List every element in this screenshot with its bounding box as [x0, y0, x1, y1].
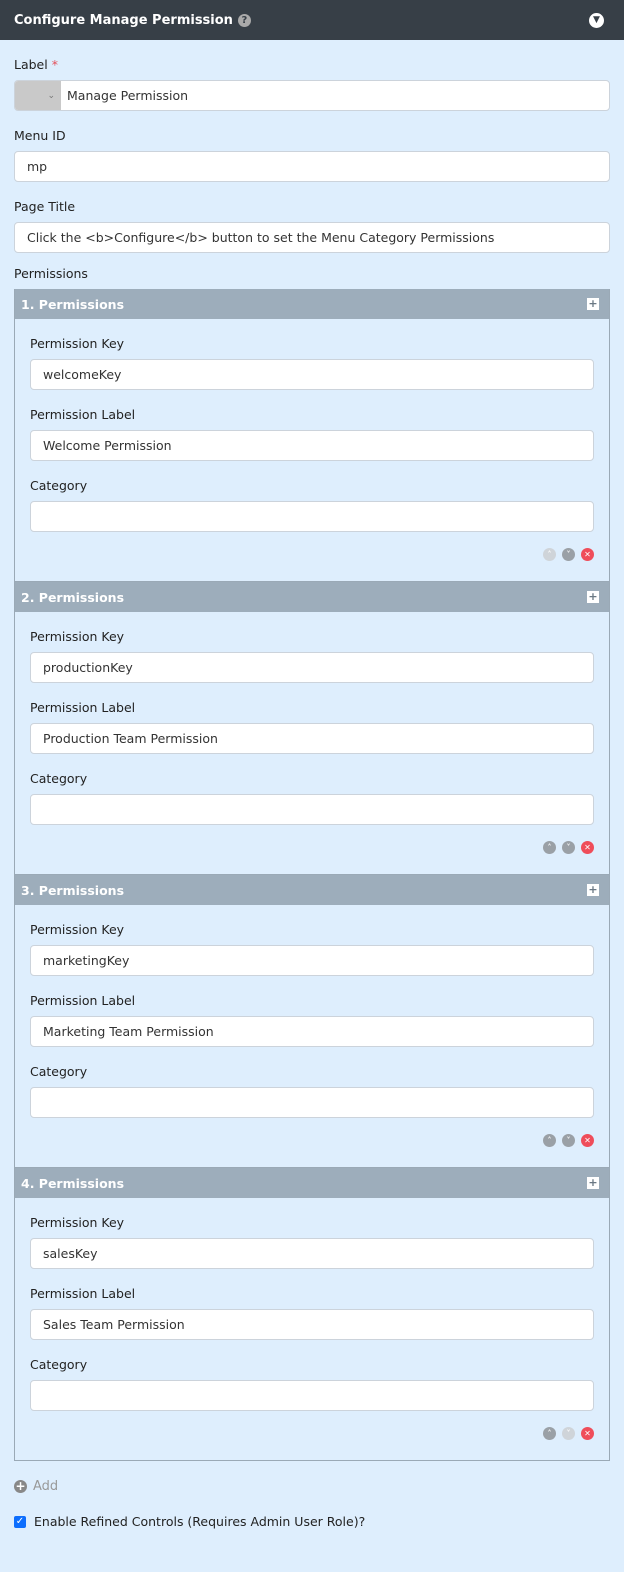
move-up-icon[interactable]: ˄ — [543, 841, 556, 854]
permission-panel: 2. Permissions + Permission Key producti… — [14, 582, 610, 875]
move-up-icon[interactable]: ˄ — [543, 548, 556, 561]
permission-label-label: Permission Label — [30, 700, 136, 715]
category-input[interactable] — [30, 794, 594, 825]
permission-key-input[interactable]: salesKey — [30, 1238, 594, 1269]
menu-id-label: Menu ID — [14, 128, 66, 143]
permission-panel-header[interactable]: 2. Permissions + — [15, 582, 609, 612]
expand-icon[interactable]: + — [587, 298, 599, 310]
category-input[interactable] — [30, 1087, 594, 1118]
permission-panel-title: 3. Permissions — [21, 882, 125, 898]
label-input[interactable]: ⌄ Manage Permission — [14, 80, 610, 111]
required-marker: * — [51, 57, 58, 72]
permission-label-label: Permission Label — [30, 1286, 136, 1301]
checkbox-checked-icon[interactable]: ✓ — [14, 1515, 26, 1528]
permission-key-label: Permission Key — [30, 922, 125, 937]
remove-icon[interactable]: ✕ — [581, 1427, 594, 1440]
category-input[interactable] — [30, 501, 594, 532]
menu-id-input[interactable]: mp — [14, 151, 610, 182]
chevron-down-icon[interactable]: ▼ — [589, 12, 604, 28]
add-label: Add — [33, 1479, 59, 1494]
permission-label-input[interactable]: Welcome Permission — [30, 430, 594, 461]
add-button[interactable]: + Add — [14, 1479, 610, 1494]
page-title-label: Page Title — [14, 199, 76, 214]
permission-label-label: Permission Label — [30, 407, 136, 422]
label-value: Manage Permission — [67, 88, 189, 103]
category-label: Category — [30, 478, 88, 493]
permission-panel: 4. Permissions + Permission Key salesKey… — [14, 1168, 610, 1461]
permission-key-label: Permission Key — [30, 336, 125, 351]
move-down-icon[interactable]: ˅ — [562, 1427, 575, 1440]
permission-label-input[interactable]: Sales Team Permission — [30, 1309, 594, 1340]
help-icon[interactable]: ? — [237, 13, 251, 27]
permission-key-label: Permission Key — [30, 629, 125, 644]
permission-key-input[interactable]: marketingKey — [30, 945, 594, 976]
permission-key-input[interactable]: productionKey — [30, 652, 594, 683]
expand-icon[interactable]: + — [587, 1177, 599, 1189]
refined-controls-checkbox[interactable]: ✓ Enable Refined Controls (Requires Admi… — [14, 1514, 610, 1529]
permission-panel: 1. Permissions + Permission Key welcomeK… — [14, 289, 610, 582]
label-field-label: Label * — [14, 56, 610, 74]
panel-header: Configure Manage Permission ? ▼ — [0, 0, 624, 40]
permission-panel-header[interactable]: 1. Permissions + — [15, 289, 609, 319]
plus-circle-icon: + — [14, 1479, 27, 1493]
permission-label-label: Permission Label — [30, 993, 136, 1008]
page-title-input[interactable]: Click the <b>Configure</b> button to set… — [14, 222, 610, 253]
permission-panel: 3. Permissions + Permission Key marketin… — [14, 875, 610, 1168]
remove-icon[interactable]: ✕ — [581, 1134, 594, 1147]
permission-panel-title: 4. Permissions — [21, 1175, 125, 1191]
move-down-icon[interactable]: ˅ — [562, 1134, 575, 1147]
refined-controls-label: Enable Refined Controls (Requires Admin … — [34, 1514, 366, 1529]
permissions-label: Permissions — [14, 266, 88, 281]
panel-title: Configure Manage Permission — [14, 12, 233, 28]
chevron-down-icon: ⌄ — [47, 90, 55, 101]
category-input[interactable] — [30, 1380, 594, 1411]
move-down-icon[interactable]: ˅ — [562, 841, 575, 854]
permission-key-input[interactable]: welcomeKey — [30, 359, 594, 390]
category-label: Category — [30, 771, 88, 786]
move-up-icon[interactable]: ˄ — [543, 1427, 556, 1440]
permissions-list: 1. Permissions + Permission Key welcomeK… — [14, 289, 610, 1461]
permission-key-label: Permission Key — [30, 1215, 125, 1230]
move-down-icon[interactable]: ˅ — [562, 548, 575, 561]
remove-icon[interactable]: ✕ — [581, 548, 594, 561]
category-label: Category — [30, 1357, 88, 1372]
expand-icon[interactable]: + — [587, 884, 599, 896]
permission-panel-title: 1. Permissions — [21, 296, 125, 312]
permission-panel-title: 2. Permissions — [21, 589, 125, 605]
remove-icon[interactable]: ✕ — [581, 841, 594, 854]
category-label: Category — [30, 1064, 88, 1079]
permission-panel-header[interactable]: 4. Permissions + — [15, 1168, 609, 1198]
label-text: Label — [14, 57, 48, 72]
permission-label-input[interactable]: Marketing Team Permission — [30, 1016, 594, 1047]
permission-panel-header[interactable]: 3. Permissions + — [15, 875, 609, 905]
move-up-icon[interactable]: ˄ — [543, 1134, 556, 1147]
icon-select-dropdown[interactable]: ⌄ — [15, 81, 61, 110]
permission-label-input[interactable]: Production Team Permission — [30, 723, 594, 754]
expand-icon[interactable]: + — [587, 591, 599, 603]
